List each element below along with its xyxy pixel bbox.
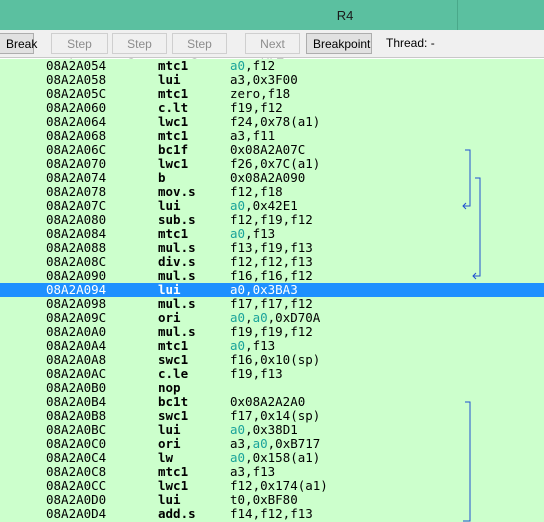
branch-arrow xyxy=(463,401,471,522)
window-controls[interactable] xyxy=(457,0,544,30)
branch-arrows xyxy=(462,149,481,522)
disassembly-listing[interactable]: 08A2A054 mtc1 a0,f12 08A2A058 lui a3,0x3F00 08… xyxy=(0,59,544,522)
step-over-button[interactable]: Step Over xyxy=(112,33,167,70)
branch-arrow xyxy=(462,149,471,210)
break-button[interactable]: Break xyxy=(0,33,37,54)
step-out-button[interactable]: Step Out xyxy=(172,33,227,70)
debugger-toolbar: Break Step Into Step Over Step Out Next … xyxy=(0,30,544,70)
step-into-button[interactable]: Step Into xyxy=(51,33,108,70)
breakpoint-button[interactable]: Breakpoint xyxy=(306,33,372,54)
branch-arrow xyxy=(472,177,481,280)
title-bar: R4 xyxy=(0,0,544,30)
thread-label: Thread: - xyxy=(386,36,435,50)
next-hle-button[interactable]: Next HLE xyxy=(245,33,300,70)
